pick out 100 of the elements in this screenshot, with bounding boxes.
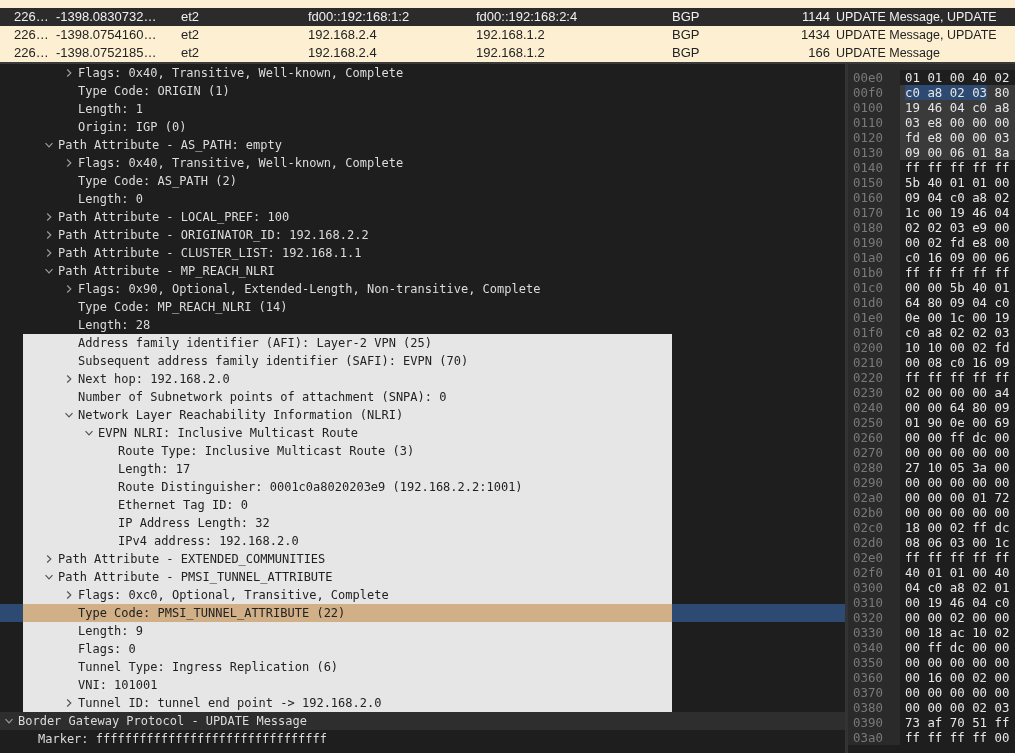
hex-bytes: 00 00 64 80 09 bbox=[904, 400, 1011, 415]
hex-bytes: 00 08 c0 16 09 bbox=[904, 355, 1011, 370]
chevron-down-icon[interactable] bbox=[4, 716, 14, 726]
tree-item[interactable]: Marker: ffffffffffffffffffffffffffffffff bbox=[0, 730, 845, 748]
hex-offset: 01a0 bbox=[848, 250, 900, 265]
packet-cell-text: 192.168.1.2 bbox=[476, 44, 546, 62]
chevron-down-icon[interactable] bbox=[44, 572, 54, 582]
hex-bytes: 00 00 00 00 00 bbox=[904, 655, 1011, 670]
tree-item[interactable]: Path Attribute - CLUSTER_LIST: 192.168.1.1 bbox=[0, 244, 845, 262]
packet-cell-text: et2 bbox=[181, 26, 201, 44]
packet-cell-text: 192.168.2.4 bbox=[308, 26, 378, 44]
chevron-right-icon[interactable] bbox=[64, 68, 74, 78]
hex-bytes: 08 06 03 00 1c bbox=[904, 535, 1011, 550]
hex-offset: 0200 bbox=[848, 340, 900, 355]
hex-bytes: 00 02 fd e8 00 bbox=[904, 235, 1011, 250]
hex-bytes: fd e8 00 00 03 bbox=[900, 130, 1015, 145]
tree-item[interactable]: Border Gateway Protocol - UPDATE Message bbox=[0, 712, 845, 730]
hex-bytes: c0 16 09 00 06 bbox=[904, 250, 1011, 265]
hex-bytes: 04 c0 a8 02 01 bbox=[904, 580, 1011, 595]
chevron-right-icon[interactable] bbox=[64, 698, 74, 708]
chevron-down-icon[interactable] bbox=[44, 266, 54, 276]
hex-offset: 0370 bbox=[848, 685, 900, 700]
tree-item[interactable]: Origin: IGP (0) bbox=[0, 118, 845, 136]
hex-offset: 02d0 bbox=[848, 535, 900, 550]
chevron-down-icon[interactable] bbox=[44, 140, 54, 150]
packet-cell-text: -1398.0752185… bbox=[56, 44, 158, 62]
hex-bytes: c0 a8 02 03 80 bbox=[900, 85, 1015, 100]
hex-bytes: 00 19 46 04 c0 bbox=[904, 595, 1011, 610]
hex-bytes: 10 10 00 02 fd bbox=[904, 340, 1011, 355]
hex-offset: 0330 bbox=[848, 625, 900, 640]
packet-row[interactable]: 226… -1398.0830732… et2 fd00::192:168:1:2 fd00::192:168:2:4 BGP 1144 UPDATE Message, UPDATE bbox=[0, 8, 1015, 26]
packet-cell-text: -1398.0754160… bbox=[56, 26, 158, 44]
selected-hex-bytes: c0 a8 02 03 bbox=[905, 85, 988, 100]
packet-cell-text: UPDATE Message, UPDATE bbox=[836, 9, 998, 26]
tree-item[interactable]: Path Attribute - MP_REACH_NLRI bbox=[0, 262, 845, 280]
packet-cell-text: BGP bbox=[672, 26, 701, 44]
hex-bytes: ff ff ff ff ff bbox=[904, 550, 1011, 565]
hex-offset: 0190 bbox=[848, 235, 900, 250]
hex-bytes: 00 ff dc 00 00 bbox=[904, 640, 1011, 655]
hex-offset: 0140 bbox=[848, 160, 900, 175]
hex-bytes: 00 00 5b 40 01 bbox=[904, 280, 1011, 295]
hex-offset: 0280 bbox=[848, 460, 900, 475]
hex-offset: 02e0 bbox=[848, 550, 900, 565]
hex-bytes: 00 00 00 02 03 bbox=[904, 700, 1011, 715]
packet-cell-text: 226… bbox=[14, 8, 50, 26]
hex-offset: 02c0 bbox=[848, 520, 900, 535]
chevron-right-icon[interactable] bbox=[64, 590, 74, 600]
tree-item[interactable]: Path Attribute - AS_PATH: empty bbox=[0, 136, 845, 154]
chevron-right-icon[interactable] bbox=[64, 158, 74, 168]
tree-item[interactable]: Length: 0 bbox=[0, 190, 845, 208]
hex-offset: 03a0 bbox=[848, 730, 900, 745]
hex-bytes: 00 00 02 00 00 bbox=[904, 610, 1011, 625]
tree-item[interactable]: Length: 28 bbox=[0, 316, 845, 334]
packet-row[interactable]: 226… -1398.0754160… et2 192.168.2.4 192.168.1.2 BGP 1434 UPDATE Message, UPDATE bbox=[0, 26, 1015, 44]
tree-item[interactable]: Type Code: ORIGIN (1) bbox=[0, 82, 845, 100]
packet-cell-text: -1398.0830732… bbox=[56, 8, 158, 26]
hex-offset: 0340 bbox=[848, 640, 900, 655]
hex-bytes: 19 46 04 c0 a8 bbox=[900, 100, 1015, 115]
packet-row[interactable]: 226… -1398.0752185… et2 192.168.2.4 192.168.1.2 BGP 166 UPDATE Message bbox=[0, 44, 1015, 62]
hex-offset: 02b0 bbox=[848, 505, 900, 520]
packet-cell-text: 226… bbox=[14, 44, 50, 62]
hex-bytes: 00 00 00 00 00 bbox=[904, 475, 1011, 490]
packet-cell-text: 192.168.1.2 bbox=[476, 26, 546, 44]
hex-offset: 00e0 bbox=[848, 70, 900, 85]
hex-offset: 01e0 bbox=[848, 310, 900, 325]
tree-item[interactable]: Flags: 0x40, Transitive, Well-known, Complete bbox=[0, 154, 845, 172]
hex-offset: 0380 bbox=[848, 700, 900, 715]
hex-offset: 0130 bbox=[848, 145, 900, 160]
chevron-right-icon[interactable] bbox=[64, 374, 74, 384]
tree-item[interactable]: Flags: 0x40, Transitive, Well-known, Complete bbox=[0, 64, 845, 82]
hex-offset: 0250 bbox=[848, 415, 900, 430]
hex-bytes: 00 00 ff dc 00 bbox=[904, 430, 1011, 445]
hex-offset: 0100 bbox=[848, 100, 900, 115]
hex-offset: 01f0 bbox=[848, 325, 900, 340]
hex-offset: 0110 bbox=[848, 115, 900, 130]
hex-bytes: 73 af 70 51 ff bbox=[904, 715, 1011, 730]
tree-item[interactable]: Path Attribute - LOCAL_PREF: 100 bbox=[0, 208, 845, 226]
packet-cell-text: fd00::192:168:1:2 bbox=[308, 8, 411, 26]
hex-bytes: 18 00 02 ff dc bbox=[904, 520, 1011, 535]
tree-item[interactable]: Type Code: PMSI_TUNNEL_ATTRIBUTE (22) bbox=[0, 604, 845, 622]
hex-bytes: 09 04 c0 a8 02 bbox=[904, 190, 1011, 205]
hex-bytes: ff ff ff ff ff bbox=[904, 265, 1011, 280]
chevron-right-icon[interactable] bbox=[64, 284, 74, 294]
hex-bytes: ff ff ff ff ff bbox=[904, 370, 1011, 385]
hex-offset: 00f0 bbox=[848, 85, 900, 100]
tree-item[interactable]: Flags: 0x90, Optional, Extended-Length, Non-transitive, Complete bbox=[0, 280, 845, 298]
hex-offset: 02f0 bbox=[848, 565, 900, 580]
tree-item[interactable]: Type Code: AS_PATH (2) bbox=[0, 172, 845, 190]
tree-item[interactable]: Length: 1 bbox=[0, 100, 845, 118]
hex-bytes: 00 00 00 00 00 bbox=[904, 685, 1011, 700]
packet-cell-text: BGP bbox=[672, 8, 701, 26]
hex-offset: 0290 bbox=[848, 475, 900, 490]
hex-bytes: 01 90 0e 00 69 bbox=[904, 415, 1011, 430]
hex-offset: 0240 bbox=[848, 400, 900, 415]
tree-item[interactable]: Type Code: MP_REACH_NLRI (14) bbox=[0, 298, 845, 316]
packet-cell-text: fd00::192:168:2:4 bbox=[476, 8, 579, 26]
chevron-right-icon[interactable] bbox=[44, 554, 54, 564]
hex-offset: 0180 bbox=[848, 220, 900, 235]
tree-item[interactable]: Path Attribute - ORIGINATOR_ID: 192.168.2.2 bbox=[0, 226, 845, 244]
packet-cell-text: BGP bbox=[672, 44, 701, 62]
